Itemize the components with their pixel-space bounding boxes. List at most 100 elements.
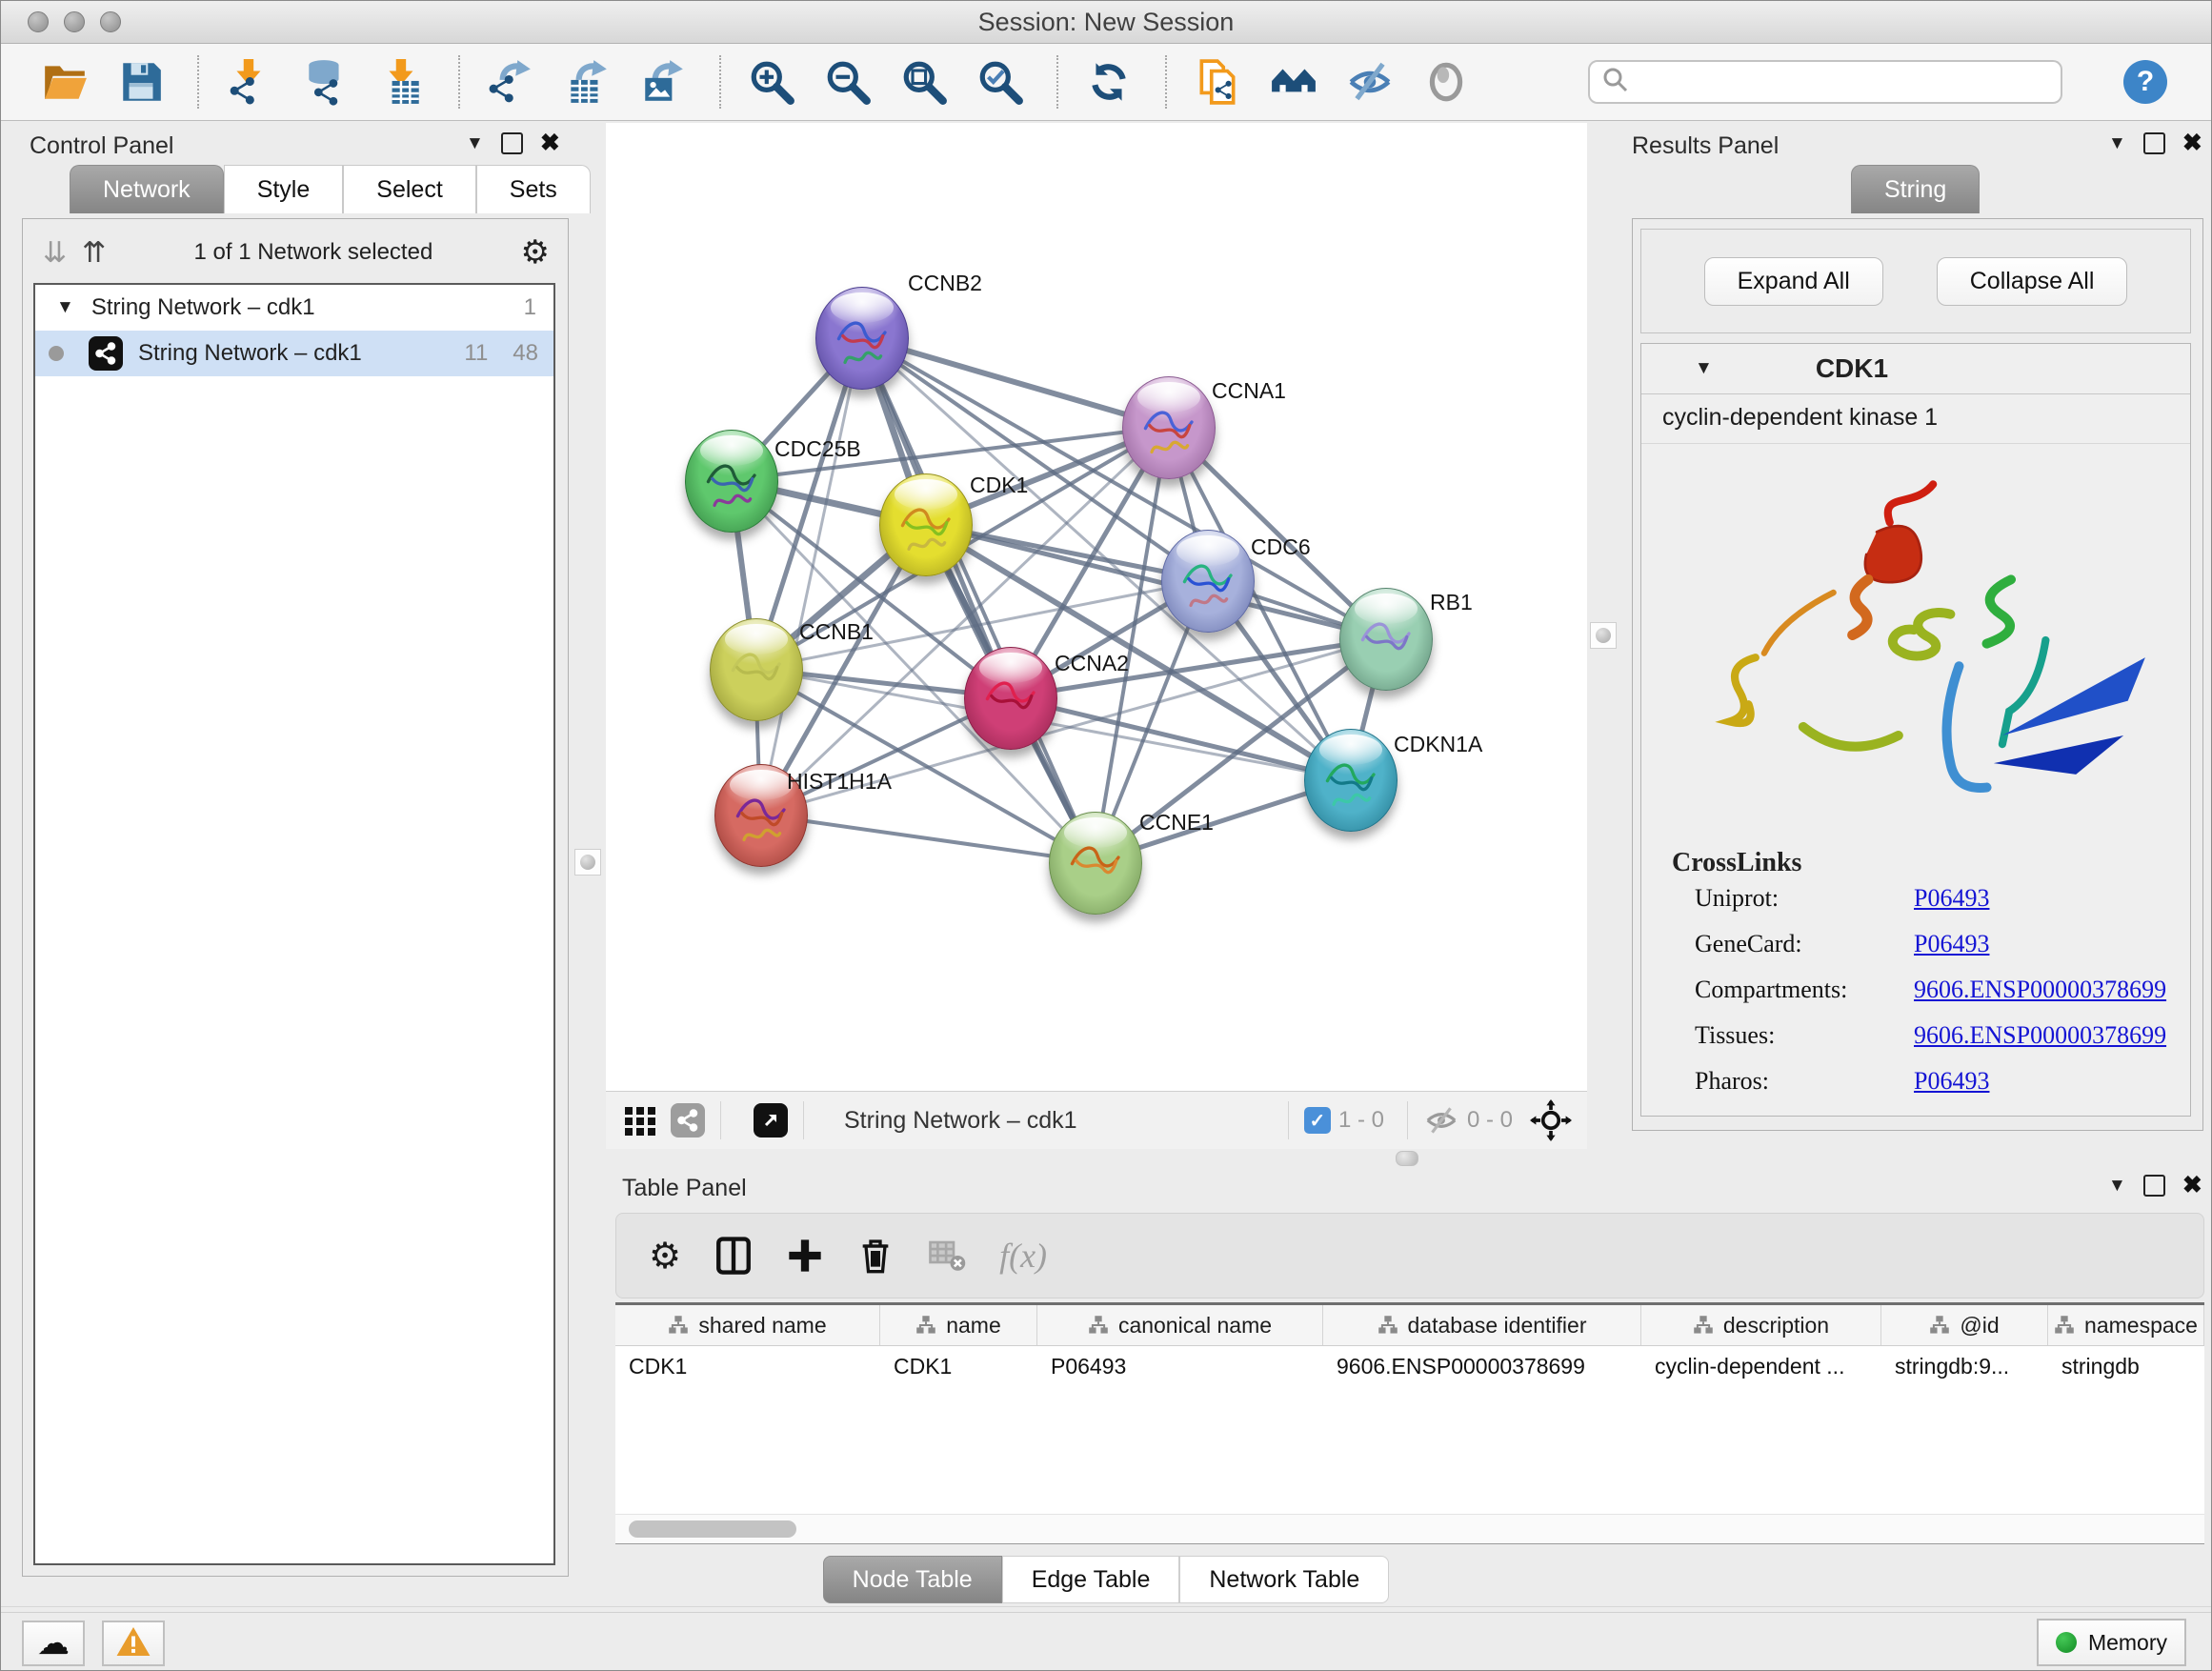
expand-all-tree-icon[interactable]: ⇈ [82, 236, 106, 270]
node-label-HIST1H1A: HIST1H1A [787, 769, 892, 795]
export-table-button[interactable] [561, 56, 613, 108]
results-panel-close-icon[interactable]: ✖ [2182, 134, 2202, 152]
tab-edge-table[interactable]: Edge Table [1002, 1556, 1180, 1603]
collapse-all-button[interactable]: Collapse All [1937, 257, 2128, 306]
network-node-CCNB1[interactable] [710, 618, 803, 721]
network-node-RB1[interactable] [1339, 588, 1433, 691]
warning-icon [115, 1625, 151, 1662]
crosslink-link[interactable]: P06493 [1914, 930, 1989, 958]
crosslink-link[interactable]: P06493 [1914, 1067, 1989, 1096]
show-columns-icon[interactable] [714, 1236, 754, 1276]
search-box[interactable] [1588, 60, 2062, 104]
column-header-description[interactable]: description [1641, 1305, 1881, 1345]
network-view-icon[interactable] [671, 1103, 705, 1137]
memory-button[interactable]: Memory [2037, 1619, 2186, 1666]
table-cell: stringdb [2048, 1346, 2204, 1386]
zoom-out-button[interactable] [822, 56, 874, 108]
network-selection-status: 1 of 1 Network selected [106, 239, 520, 266]
tab-select[interactable]: Select [343, 165, 475, 213]
network-node-CDKN1A[interactable] [1304, 729, 1398, 832]
network-node-CDC25B[interactable] [685, 430, 778, 533]
column-header-shared-name[interactable]: shared name [615, 1305, 880, 1345]
refresh-layout-button[interactable] [1083, 56, 1135, 108]
new-network-from-selection-button[interactable] [1192, 56, 1243, 108]
delete-column-trash-icon[interactable] [856, 1237, 895, 1275]
protein-structure-image [1649, 450, 2182, 831]
selected-checkbox-icon[interactable]: ✓ [1304, 1107, 1331, 1134]
birdseye-view-icon[interactable] [754, 1103, 788, 1137]
scrollbar-thumb[interactable] [629, 1520, 796, 1538]
left-splitter-handle[interactable] [574, 849, 601, 876]
add-column-icon[interactable] [786, 1237, 824, 1275]
export-image-button[interactable] [637, 56, 689, 108]
expand-all-button[interactable]: Expand All [1704, 257, 1883, 306]
save-session-button[interactable] [115, 56, 167, 108]
search-input[interactable] [1630, 68, 2034, 96]
tree-expander-icon[interactable]: ▼ [56, 297, 74, 318]
hidden-eye-icon[interactable] [1423, 1102, 1459, 1138]
pan-crosshair-icon[interactable] [1530, 1099, 1572, 1141]
crosslink-link[interactable]: 9606.ENSP00000378699 [1914, 976, 2166, 1004]
column-header-canonical-name[interactable]: canonical name [1037, 1305, 1323, 1345]
column-header-database-identifier[interactable]: database identifier [1323, 1305, 1641, 1345]
grid-view-icon[interactable] [623, 1103, 657, 1137]
control-panel-close-icon[interactable]: ✖ [540, 134, 560, 152]
tab-sets[interactable]: Sets [476, 165, 591, 213]
network-collection-row[interactable]: ▼ String Network – cdk1 1 [35, 285, 553, 331]
open-file-button[interactable] [39, 56, 90, 108]
return-home-button[interactable] [1268, 56, 1319, 108]
column-header-name[interactable]: name [880, 1305, 1037, 1345]
network-canvas[interactable]: CCNB2CCNA1CDC25BCDK1CDC6RB1CCNB1CCNA2CDK… [606, 123, 1587, 1091]
crosslink-link[interactable]: P06493 [1914, 884, 1989, 913]
network-node-CDK1[interactable] [879, 473, 973, 576]
network-options-gear-icon[interactable]: ⚙ [521, 233, 550, 272]
tab-style[interactable]: Style [224, 165, 344, 213]
network-node-CCNB2[interactable] [815, 287, 909, 390]
network-node-CCNE1[interactable] [1049, 812, 1142, 915]
table-panel-close-icon[interactable]: ✖ [2182, 1177, 2202, 1195]
entry-expander-icon[interactable]: ▼ [1695, 358, 1713, 379]
table-cell: 9606.ENSP00000378699 [1323, 1346, 1641, 1386]
tab-node-table[interactable]: Node Table [823, 1556, 1002, 1603]
table-options-gear-icon[interactable]: ⚙ [649, 1235, 681, 1278]
table-row[interactable]: CDK1CDK1P064939606.ENSP00000378699cyclin… [615, 1346, 2204, 1386]
table-horizontal-scrollbar[interactable] [615, 1514, 2204, 1543]
import-table-file-button[interactable] [376, 56, 428, 108]
control-panel-menu-icon[interactable]: ▼ [466, 133, 484, 154]
table-panel-float-icon[interactable] [2143, 1175, 2165, 1197]
help-button[interactable]: ? [2123, 60, 2167, 104]
show-hide-graphics-details-button[interactable] [1344, 56, 1396, 108]
warnings-button[interactable] [102, 1621, 165, 1666]
zoom-selected-button[interactable] [975, 56, 1026, 108]
toolbar-separator [1056, 55, 1058, 109]
zoom-in-button[interactable] [746, 56, 797, 108]
network-node-CDC6[interactable] [1161, 530, 1255, 633]
results-panel-float-icon[interactable] [2143, 132, 2165, 154]
toolbar-separator [458, 55, 460, 109]
crosslink-link[interactable]: 9606.ENSP00000378699 [1914, 1021, 2166, 1050]
column-header--id[interactable]: @id [1881, 1305, 2048, 1345]
tab-string[interactable]: String [1851, 165, 1980, 213]
column-header-namespace[interactable]: namespace [2048, 1305, 2204, 1345]
tab-network-table[interactable]: Network Table [1179, 1556, 1389, 1603]
highlight-disabled-button [1420, 56, 1472, 108]
network-node-CCNA2[interactable] [964, 647, 1057, 750]
node-table[interactable]: shared namenamecanonical namedatabase id… [615, 1302, 2204, 1544]
right-splitter-handle[interactable] [1590, 622, 1617, 649]
network-node-CCNA1[interactable] [1122, 376, 1216, 479]
import-network-file-button[interactable] [224, 56, 275, 108]
import-network-database-button[interactable] [300, 56, 352, 108]
table-panel-title: Table Panel [622, 1175, 747, 1202]
tab-network[interactable]: Network [70, 165, 224, 213]
cloud-services-button[interactable]: ☁ [22, 1621, 85, 1666]
protein-thumbnail [1321, 760, 1379, 811]
collapse-all-tree-icon[interactable]: ⇊ [43, 236, 67, 270]
export-network-button[interactable] [485, 56, 536, 108]
table-panel-menu-icon[interactable]: ▼ [2108, 1176, 2126, 1197]
bottom-splitter-handle[interactable] [1396, 1151, 1418, 1166]
zoom-fit-button[interactable] [898, 56, 950, 108]
control-panel-float-icon[interactable] [501, 132, 523, 154]
network-row[interactable]: String Network – cdk1 11 48 [35, 331, 553, 376]
result-entry-header[interactable]: ▼ CDK1 [1641, 344, 2190, 394]
results-panel-menu-icon[interactable]: ▼ [2108, 133, 2126, 154]
